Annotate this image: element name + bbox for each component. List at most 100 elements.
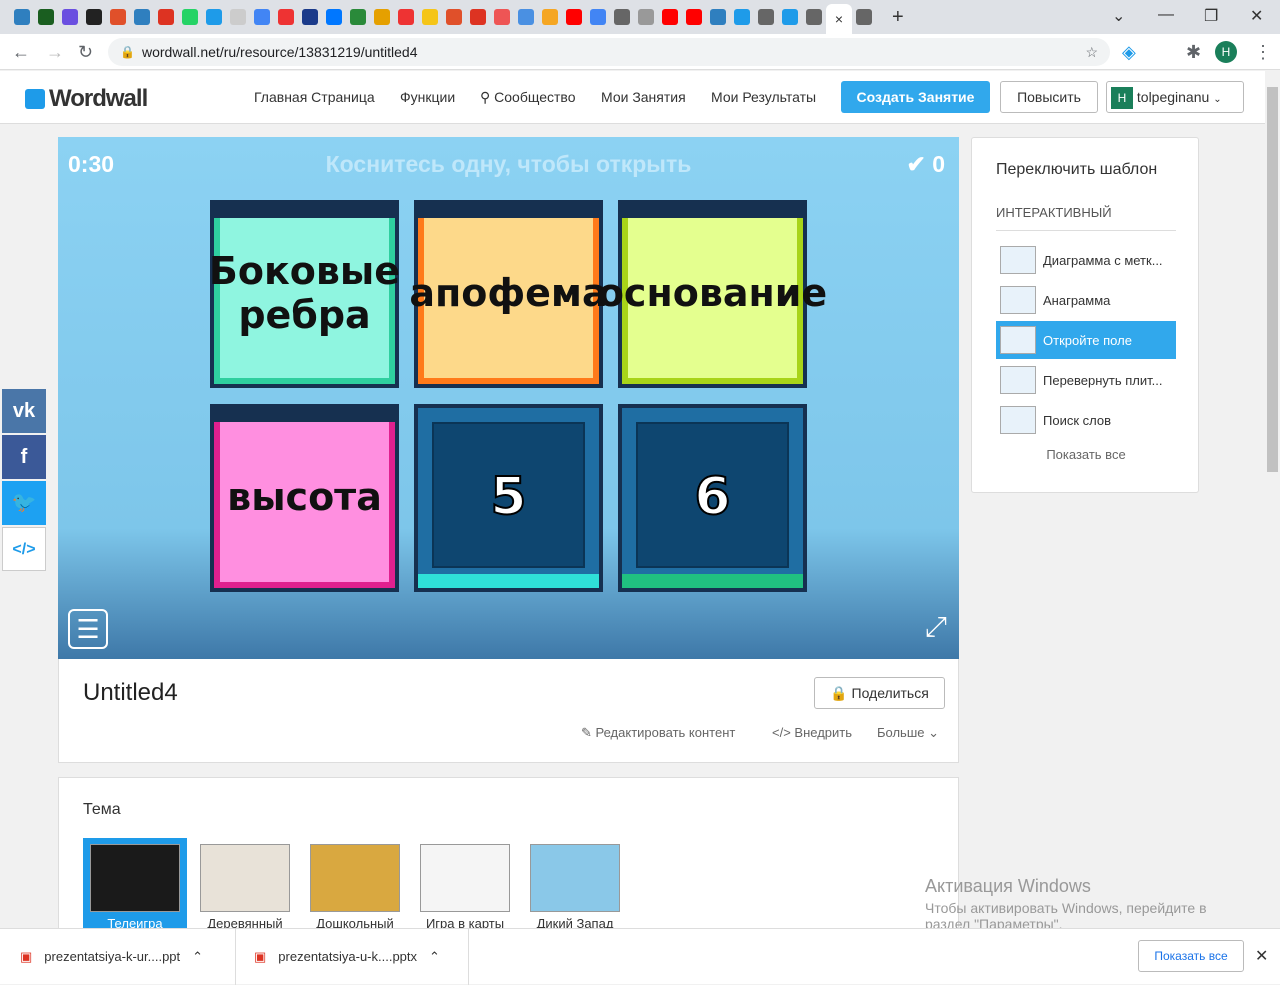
extension-icon[interactable]: ◈ [1122,42,1136,63]
template-option[interactable]: Поиск слов [996,401,1176,439]
show-all-downloads-button[interactable]: Показать все [1138,940,1244,972]
browser-tab-favicon[interactable] [470,9,486,25]
share-facebook-button[interactable]: f [2,435,46,479]
upgrade-button[interactable]: Повысить [1000,81,1098,113]
bookmark-star-icon[interactable]: ☆ [1085,38,1098,66]
browser-tab-favicon[interactable] [494,9,510,25]
extensions-puzzle-icon[interactable]: ✱ [1186,42,1201,63]
browser-tab-favicon[interactable] [350,9,366,25]
reload-icon[interactable]: ↻ [78,42,93,63]
browser-tab-favicon[interactable] [110,9,126,25]
browser-tab-favicon[interactable] [62,9,78,25]
browser-tab-favicon[interactable] [446,9,462,25]
closed-tile[interactable]: 5 [414,404,603,592]
nav-my-activities[interactable]: Мои Занятия [601,89,686,105]
embed-link[interactable]: </> Внедрить [772,725,852,740]
activity-title: Untitled4 [83,679,178,706]
active-tab[interactable]: × [826,4,852,34]
theme-option[interactable]: Игра в карты [413,838,517,938]
browser-tab-favicon[interactable] [734,9,750,25]
browser-tab-favicon[interactable] [758,9,774,25]
browser-menu-icon[interactable]: ⋮ [1254,42,1272,63]
template-option[interactable]: Диаграмма с метк... [996,241,1176,279]
close-window-button[interactable]: ✕ [1250,6,1263,26]
theme-option[interactable]: Телеигра [83,838,187,938]
user-menu[interactable]: H tolpeginanu ⌄ [1106,81,1244,113]
page-scrollbar[interactable] [1265,71,1280,928]
browser-tab-favicon[interactable] [782,9,798,25]
download-item[interactable]: ▣ prezentatsiya-u-k....pptx ⌃ [254,929,469,985]
browser-tab-favicon[interactable] [278,9,294,25]
close-tab-icon[interactable]: × [835,11,843,27]
browser-tab-favicon[interactable] [614,9,630,25]
browser-tab-favicon[interactable] [398,9,414,25]
browser-tab-favicon[interactable] [134,9,150,25]
browser-tab-favicon[interactable] [230,9,246,25]
template-option[interactable]: Откройте поле [996,321,1176,359]
browser-tab-favicon[interactable] [158,9,174,25]
browser-tab-favicon[interactable] [518,9,534,25]
browser-tab-favicon[interactable] [86,9,102,25]
browser-tab-favicon[interactable] [710,9,726,25]
edit-content-link[interactable]: ✎ Редактировать контент [581,725,735,741]
browser-tab-favicon[interactable] [302,9,318,25]
nav-community[interactable]: ⚲ Сообщество [480,89,575,106]
chevron-up-icon[interactable]: ⌃ [192,929,203,985]
browser-tab-favicon[interactable] [14,9,30,25]
browser-tab-favicon[interactable] [422,9,438,25]
download-item[interactable]: ▣ prezentatsiya-k-ur....ppt ⌃ [20,929,236,985]
open-tile[interactable]: высота [210,404,399,592]
lock-icon: 🔒 [830,685,852,701]
browser-tab-favicon[interactable] [254,9,270,25]
share-vk-button[interactable]: vk [2,389,46,433]
chevron-up-icon[interactable]: ⌃ [429,929,440,985]
wordwall-logo[interactable]: Wordwall [25,85,148,113]
tile-number: 5 [489,466,527,528]
embed-code-button[interactable]: </> [2,527,46,571]
browser-tab-favicon[interactable] [374,9,390,25]
template-option[interactable]: Перевернуть плит... [996,361,1176,399]
create-activity-button[interactable]: Создать Занятие [841,81,990,113]
browser-tab-favicon[interactable] [326,9,342,25]
scrollbar-thumb[interactable] [1267,87,1278,472]
share-twitter-button[interactable]: 🐦 [2,481,46,525]
browser-tab-favicon[interactable] [542,9,558,25]
browser-tab-favicon[interactable] [662,9,678,25]
browser-tab-favicon[interactable] [566,9,582,25]
browser-tab-favicon[interactable] [638,9,654,25]
open-tile[interactable]: основание [598,200,827,388]
theme-option[interactable]: Деревянный [193,838,297,938]
browser-tab-favicon[interactable] [206,9,222,25]
game-menu-button[interactable]: ☰ [68,609,108,649]
logo-text: Wordwall [49,85,148,112]
browser-tab-favicon[interactable] [182,9,198,25]
url-input[interactable]: 🔒 wordwall.net/ru/resource/13831219/untit… [108,38,1110,66]
browser-tab-favicon[interactable] [38,9,54,25]
more-dropdown[interactable]: Больше ⌄ [877,725,939,741]
new-tab-button[interactable]: + [892,6,904,29]
open-tile[interactable]: Боковые ребра [209,200,400,388]
share-button[interactable]: 🔒 Поделиться [814,677,945,709]
browser-tab-favicon[interactable] [686,9,702,25]
theme-option[interactable]: Дикий Запад [523,838,627,938]
forward-icon[interactable]: → [46,42,64,63]
tab-search-icon[interactable]: ⌄ [1112,6,1125,26]
browser-tab-favicon[interactable] [806,9,822,25]
nav-home[interactable]: Главная Страница [254,89,375,105]
back-icon[interactable]: ← [12,42,30,63]
nav-my-results[interactable]: Мои Результаты [711,89,816,105]
show-all-templates-link[interactable]: Показать все [972,447,1200,462]
closed-tile[interactable]: 6 [618,404,807,592]
profile-avatar[interactable]: H [1215,41,1237,63]
open-tile[interactable]: апофема [409,200,608,388]
activity-info-card: Untitled4 🔒 Поделиться ✎ Редактировать к… [58,659,959,763]
browser-tab-favicon[interactable] [856,9,872,25]
browser-tab-favicon[interactable] [590,9,606,25]
close-downloads-icon[interactable]: ✕ [1255,946,1268,966]
nav-features[interactable]: Функции [400,89,455,105]
minimize-button[interactable]: — [1158,6,1174,24]
restore-button[interactable]: ❐ [1204,6,1218,26]
fullscreen-icon[interactable]: ⤢ [925,611,947,644]
theme-option[interactable]: Дошкольный [303,838,407,938]
template-option[interactable]: Анаграмма [996,281,1176,319]
